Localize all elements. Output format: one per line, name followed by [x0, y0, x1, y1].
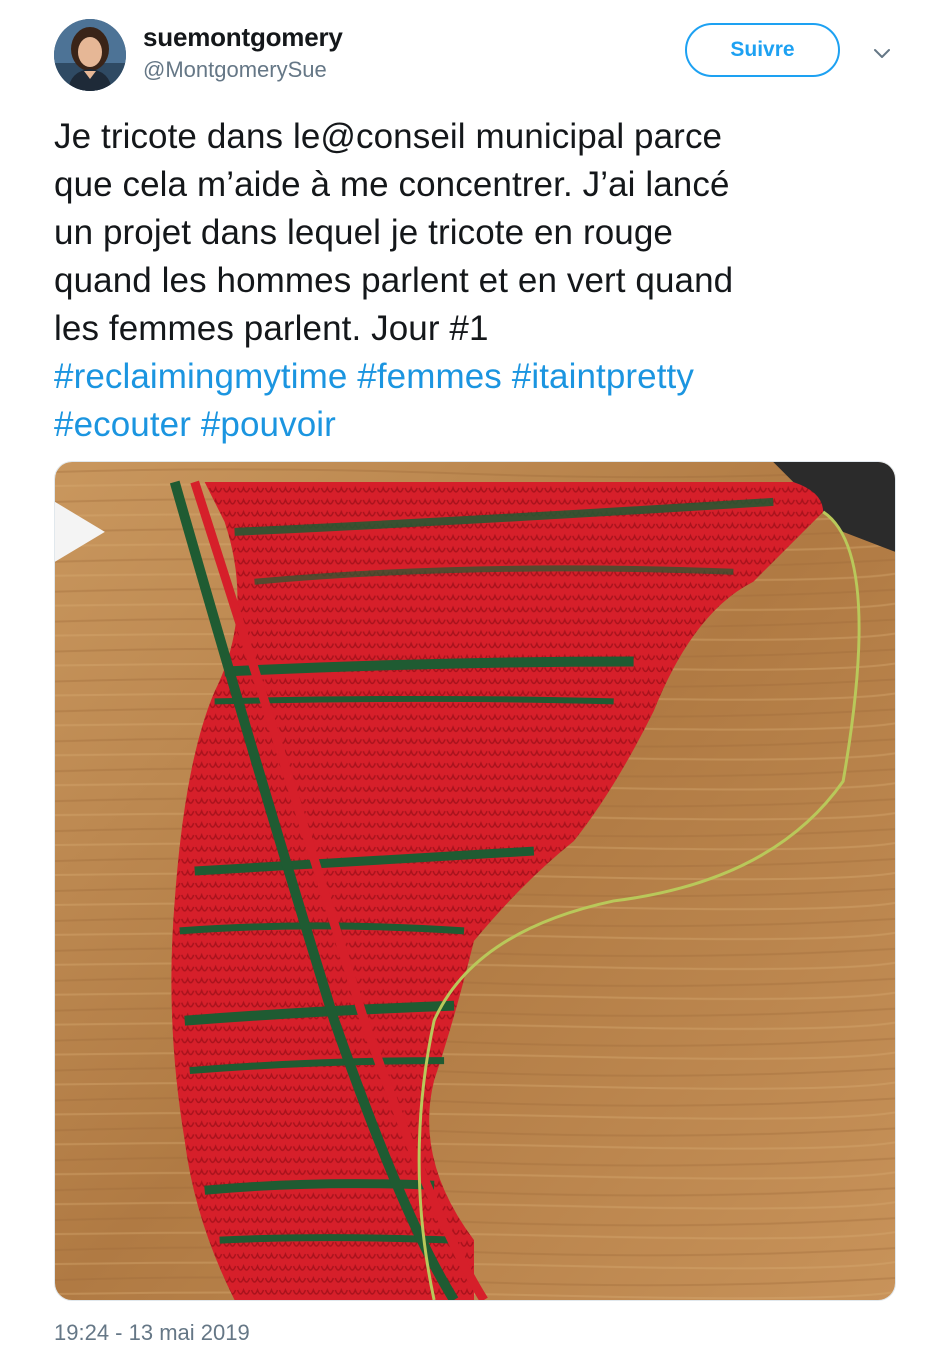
hashtag-link[interactable]: #itaintpretty	[512, 357, 694, 396]
avatar-photo-icon	[54, 19, 126, 91]
tweet-text: Je tricote dans le@conseil municipal par…	[54, 113, 914, 449]
tweet-text-line: les femmes parlent. Jour #1	[54, 309, 489, 348]
hashtag-link[interactable]: #reclaimingmytime	[54, 357, 347, 396]
knitting-photo-icon	[55, 462, 895, 1300]
tweet-text-line: Je tricote dans le@conseil municipal par…	[54, 117, 723, 156]
tweet-text-line: un projet dans lequel je tricote en roug…	[54, 213, 673, 252]
avatar[interactable]	[54, 19, 126, 91]
hashtag-link[interactable]: #pouvoir	[201, 405, 336, 444]
tweet-photo[interactable]	[54, 461, 896, 1301]
chevron-down-icon[interactable]	[868, 40, 896, 68]
tweet-timestamp[interactable]: 19:24 - 13 mai 2019	[54, 1320, 250, 1346]
tweet-card: suemontgomery @MontgomerySue Suivre Je t…	[0, 0, 950, 1364]
hashtag-link[interactable]: #femmes	[357, 357, 502, 396]
hashtag-line: #ecouter #pouvoir	[54, 401, 914, 449]
follow-button[interactable]: Suivre	[685, 23, 840, 77]
tweet-text-line: quand les hommes parlent et en vert quan…	[54, 261, 734, 300]
hashtag-link[interactable]: #ecouter	[54, 405, 191, 444]
hashtag-line: #reclaimingmytime #femmes #itaintpretty	[54, 353, 914, 401]
tweet-text-line: que cela m’aide à me concentrer. J’ai la…	[54, 165, 730, 204]
display-name[interactable]: suemontgomery	[143, 22, 343, 53]
user-handle[interactable]: @MontgomerySue	[143, 57, 327, 83]
